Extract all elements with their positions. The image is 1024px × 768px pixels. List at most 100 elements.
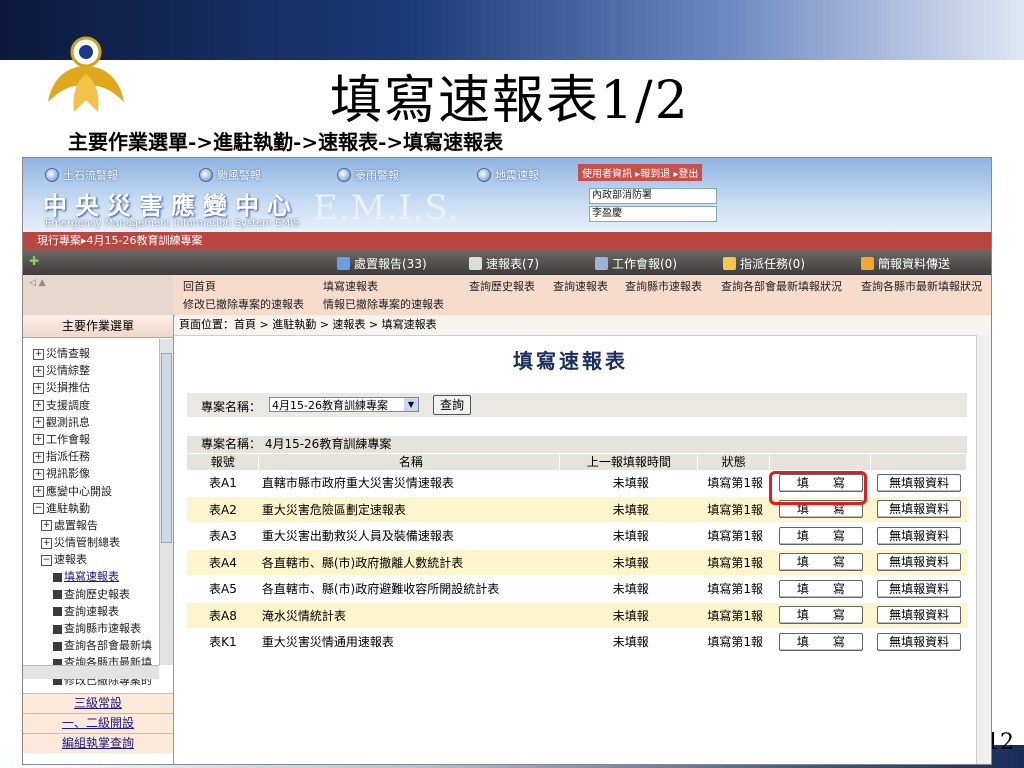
menu-fill-report[interactable]: 填寫速報表 xyxy=(323,278,378,294)
page-icon xyxy=(53,572,62,582)
expand-icon: + xyxy=(33,451,44,463)
none-cell: 無填報資料 xyxy=(871,553,967,572)
none-cell: 無填報資料 xyxy=(871,606,967,625)
tree-item[interactable]: + 指派任務 xyxy=(33,448,152,465)
fill-button[interactable]: 填 寫 xyxy=(778,606,863,625)
tree-item[interactable]: 查詢各部會最新填 xyxy=(33,637,152,654)
report-number: 表A5 xyxy=(209,582,237,597)
toolbar-disposal-report[interactable]: 處置報告(33) xyxy=(337,255,427,272)
report-status: 填寫第1報 xyxy=(707,635,763,650)
user-links[interactable]: 使用者資訊 ▸報到退 ▸登出 xyxy=(578,164,703,181)
tree-item[interactable]: − 進駐執勤 xyxy=(33,500,152,517)
menu-home[interactable]: 回首頁 xyxy=(183,278,216,294)
fill-cell: 填 寫 xyxy=(771,632,872,651)
link-level12[interactable]: 一、二級開設 xyxy=(23,713,173,733)
menu-county-status[interactable]: 查詢各縣市最新填報狀況 xyxy=(861,278,982,294)
toolbar-quick-report[interactable]: 速報表(7) xyxy=(469,255,539,272)
fill-button[interactable]: 填 寫 xyxy=(778,632,863,651)
col-number: 報號 xyxy=(187,454,260,470)
menu-query-county[interactable]: 查詢縣市速報表 xyxy=(625,278,702,294)
no-data-button[interactable]: 無填報資料 xyxy=(877,473,962,492)
toolbar-briefing-upload[interactable]: 簡報資料傳送 xyxy=(861,255,950,272)
menu-ministry-status[interactable]: 查詢各部會最新填報狀況 xyxy=(721,278,842,294)
project-select-row: 專案名稱： 4月15-26教育訓練專案 ▼ 查詢 xyxy=(187,393,967,417)
slide-title: 填寫速報表1/2 xyxy=(330,71,690,131)
link-level3[interactable]: 三級常設 xyxy=(23,693,173,713)
last-report-time: 未填報 xyxy=(612,635,649,650)
last-report-time: 未填報 xyxy=(612,529,649,544)
project-select-value: 4月15-26教育訓練專案 xyxy=(272,399,388,412)
toolbar-label: 處置報告(33) xyxy=(354,257,427,271)
expand-icon: + xyxy=(33,400,44,412)
none-cell: 無填報資料 xyxy=(871,473,967,492)
tree-item[interactable]: 查詢縣市速報表 xyxy=(33,620,152,637)
expand-icon: + xyxy=(33,382,44,394)
left-horizontal-scrollbar[interactable] xyxy=(23,665,159,679)
table-row: 表A3 重大災害出動救災人員及裝備速報表 未填報 填寫第1報填 寫無填報資料 xyxy=(187,523,967,550)
menu-edit-removed[interactable]: 修改已撤除專案的速報表 xyxy=(183,296,304,312)
main-content: 頁面位置：首頁 > 進駐執勤 > 速報表 > 填寫速報表 填寫速報表 專案名稱：… xyxy=(175,315,991,764)
tree-item[interactable]: 查詢歷史報表 xyxy=(33,586,152,603)
function-menu: ◁ ▲ 回首頁 填寫速報表 查詢歷史報表 查詢速報表 查詢縣市速報表 查詢各部會… xyxy=(23,275,991,316)
no-data-button[interactable]: 無填報資料 xyxy=(877,500,962,519)
toolbar-label: 簡報資料傳送 xyxy=(878,257,951,271)
tree-item[interactable]: 查詢速報表 xyxy=(33,603,152,620)
collapse-icon[interactable]: ◁ ▲ xyxy=(29,278,46,288)
fill-cell: 填 寫 xyxy=(771,553,872,572)
app-name-english: Emergency Management Information System … xyxy=(45,218,300,229)
toolbar-assigned-tasks[interactable]: 指派任務(0) xyxy=(723,255,805,272)
tree-item[interactable]: + 視訊影像 xyxy=(33,465,152,482)
expand-icon: + xyxy=(41,520,52,532)
project-select[interactable]: 4月15-26教育訓練專案 ▼ xyxy=(269,397,419,412)
link-duty-query[interactable]: 編組執掌查詢 xyxy=(23,733,173,753)
report-number: 表A1 xyxy=(209,476,237,491)
no-data-button[interactable]: 無填報資料 xyxy=(877,632,962,651)
no-data-button[interactable]: 無填報資料 xyxy=(877,553,962,572)
fill-button[interactable]: 填 寫 xyxy=(778,553,863,572)
tree-item[interactable]: + 觀測訊息 xyxy=(33,414,152,431)
report-number: 表A2 xyxy=(209,502,237,517)
expand-icon: + xyxy=(41,537,52,549)
task-icon xyxy=(723,257,736,270)
tree-item-selected[interactable]: 填寫速報表 xyxy=(33,568,152,585)
scroll-thumb[interactable] xyxy=(161,353,172,543)
fill-button[interactable]: 填 寫 xyxy=(778,526,863,545)
left-scrollbar[interactable] xyxy=(159,339,173,665)
no-data-button[interactable]: 無填報資料 xyxy=(877,526,962,545)
radio-typhoon[interactable]: 颱風警報 xyxy=(199,167,261,183)
chevron-down-icon: ▼ xyxy=(404,398,418,411)
tree-item[interactable]: + 災情管制總表 xyxy=(33,534,152,551)
tree-item[interactable]: + 工作會報 xyxy=(33,431,152,448)
radio-heavy-rain[interactable]: 豪雨警報 xyxy=(337,167,399,183)
report-name: 各直轄市、縣(市)政府撤離人數統計表 xyxy=(261,555,464,570)
tree-label: 支援調度 xyxy=(46,398,90,412)
radio-earthquake[interactable]: 地震速報 xyxy=(477,167,539,183)
no-data-button[interactable]: 無填報資料 xyxy=(877,579,962,598)
query-button[interactable]: 查詢 xyxy=(433,395,471,415)
tree-item[interactable]: + 支援調度 xyxy=(33,397,152,414)
menu-intel-removed[interactable]: 情報已撤除專案的速報表 xyxy=(323,296,444,312)
radio-label: 颱風警報 xyxy=(217,169,261,182)
tree-item[interactable]: + 應變中心開設 xyxy=(33,483,152,500)
tree-item[interactable]: + 災損推估 xyxy=(33,379,152,396)
toolbar-work-meeting[interactable]: 工作會報(0) xyxy=(595,255,677,272)
report-status: 填寫第1報 xyxy=(707,582,763,597)
tree-item[interactable]: + 災情查報 xyxy=(33,345,152,362)
report-status: 填寫第1報 xyxy=(707,502,763,517)
no-data-button[interactable]: 無填報資料 xyxy=(877,606,962,625)
fill-button[interactable]: 填 寫 xyxy=(778,579,863,598)
page-title: 填寫速報表 xyxy=(513,349,628,373)
main-scrollbar[interactable] xyxy=(976,335,991,764)
page-icon xyxy=(53,624,62,634)
tree-label: 指派任務 xyxy=(46,450,90,464)
user-name-field: 李盈慶 xyxy=(589,206,717,222)
tree-item[interactable]: − 速報表 xyxy=(33,551,152,568)
tree-item[interactable]: + 災情綜整 xyxy=(33,362,152,379)
expand-icon: + xyxy=(33,486,44,497)
radio-debris-flow[interactable]: 土石流警報 xyxy=(45,167,118,183)
tree-item[interactable]: + 處置報告 xyxy=(33,517,152,534)
menu-query-report[interactable]: 查詢速報表 xyxy=(553,278,608,294)
menu-history[interactable]: 查詢歷史報表 xyxy=(469,278,535,294)
tree-label: 災情管制總表 xyxy=(54,536,120,550)
add-icon[interactable]: ✚ xyxy=(29,254,39,268)
